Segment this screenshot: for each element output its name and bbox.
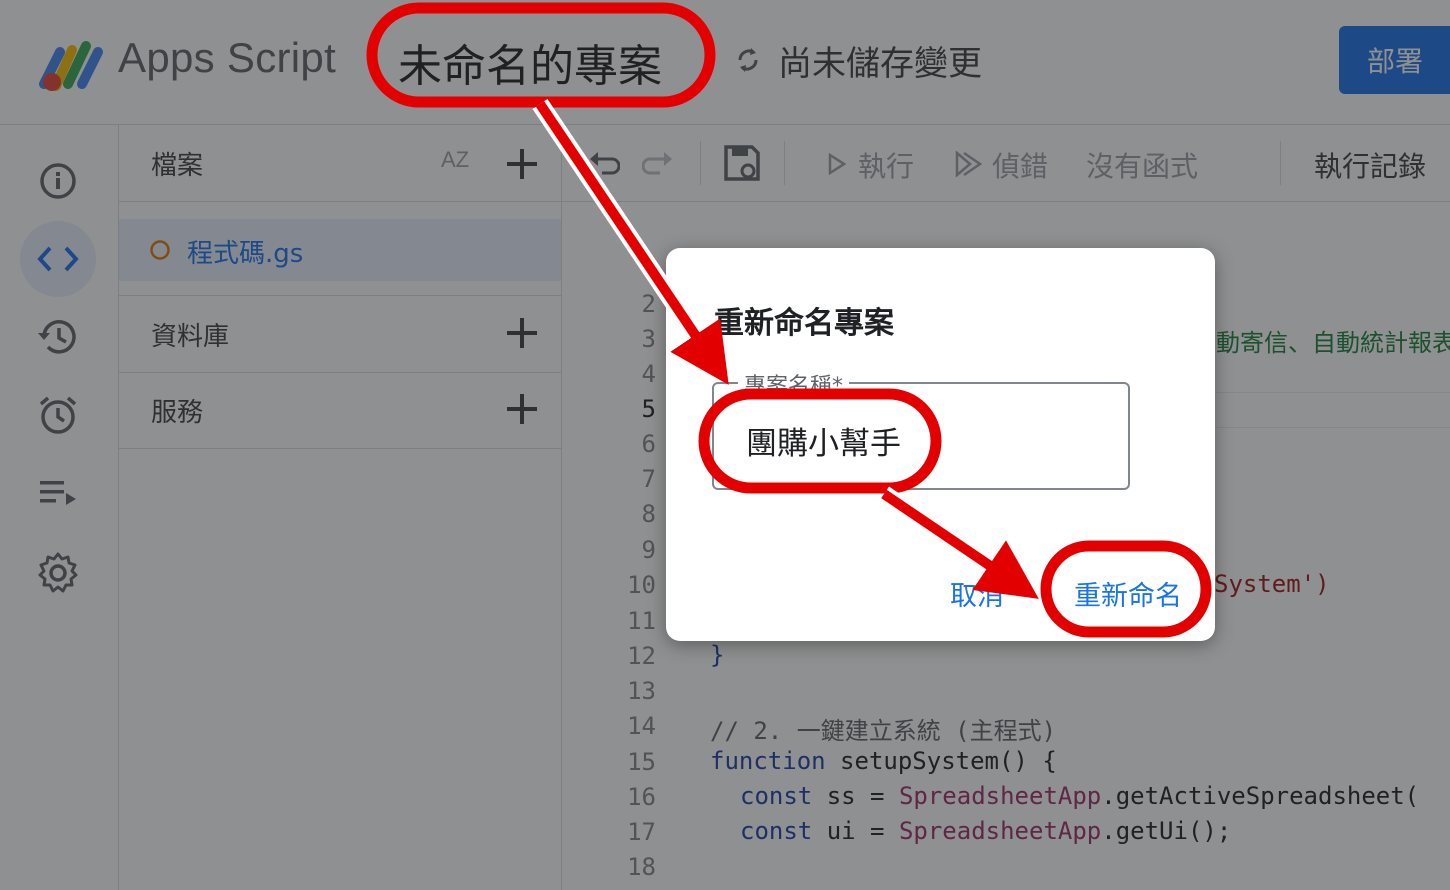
rename-project-dialog: 重新命名專案 專案名稱* 團購小幫手 取消 重新命名: [666, 248, 1215, 641]
project-name-label: 專案名稱*: [738, 368, 850, 400]
cancel-button[interactable]: 取消: [950, 574, 1004, 613]
project-name-value[interactable]: 團購小幫手: [746, 418, 901, 463]
dialog-title: 重新命名專案: [714, 306, 894, 341]
rename-button[interactable]: 重新命名: [1074, 574, 1182, 613]
